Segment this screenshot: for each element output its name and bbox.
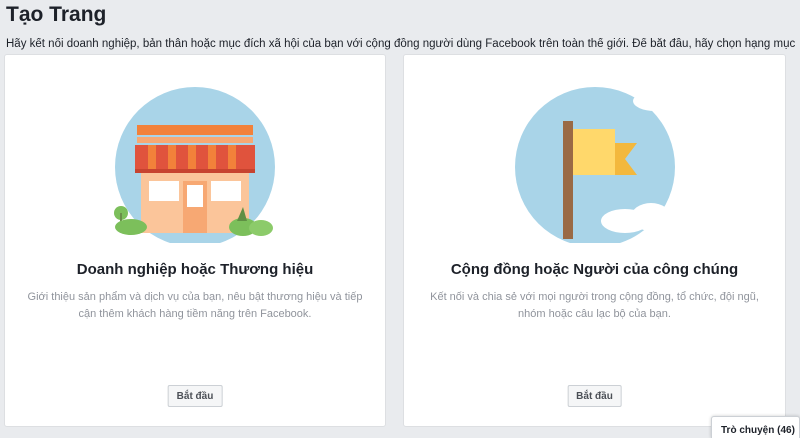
chat-tab[interactable]: Trò chuyện (46) (711, 416, 800, 438)
business-start-button[interactable]: Bắt đầu (167, 385, 223, 407)
business-brand-card[interactable]: Doanh nghiệp hoặc Thương hiệu Giới thiệu… (4, 54, 386, 427)
community-card-title: Cộng đồng hoặc Người của công chúng (450, 261, 739, 278)
page-description: Hãy kết nối doanh nghiệp, bản thân hoặc … (6, 38, 796, 50)
community-start-button[interactable]: Bắt đầu (567, 385, 622, 407)
community-public-figure-card[interactable]: Cộng đồng hoặc Người của công chúng Kết … (403, 54, 786, 427)
business-card-title: Doanh nghiệp hoặc Thương hiệu (76, 261, 314, 278)
flag-icon (505, 83, 685, 243)
page-title: Tạo Trang (6, 3, 107, 26)
community-card-description: Kết nối và chia sẻ với mọi người trong c… (430, 291, 759, 320)
business-card-description: Giới thiệu sản phẩm và dịch vụ của bạn, … (27, 291, 363, 320)
storefront-icon (105, 83, 285, 243)
